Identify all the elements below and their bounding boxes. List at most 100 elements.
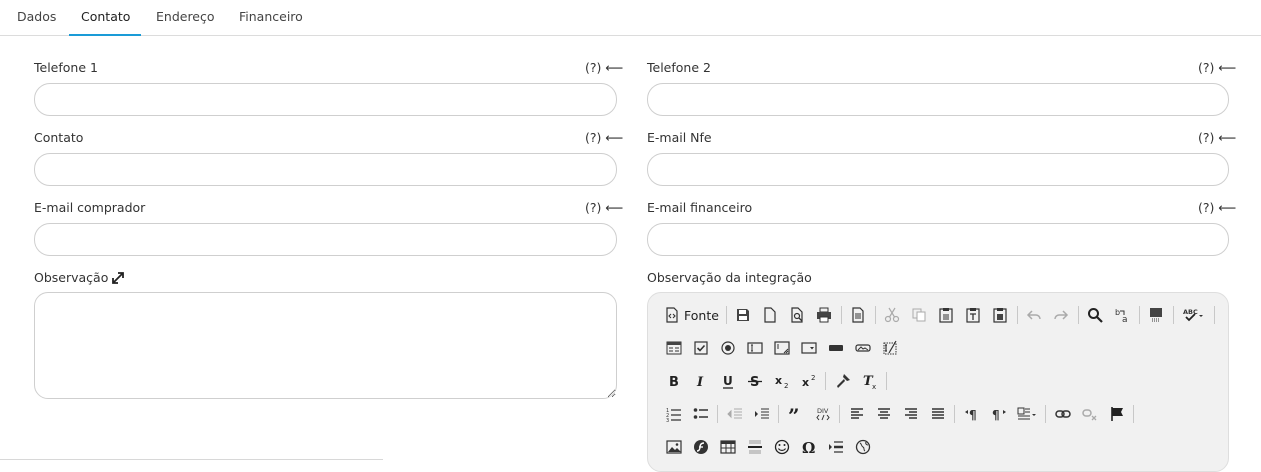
email-comprador-input[interactable] xyxy=(34,223,617,256)
justify-button[interactable] xyxy=(924,402,951,426)
copy-button[interactable] xyxy=(906,303,933,327)
blockquote-button[interactable]: ” xyxy=(782,402,809,426)
bulleted-list-button[interactable] xyxy=(687,402,714,426)
copy-format-button[interactable] xyxy=(829,369,856,393)
ltr-button[interactable]: ¶ xyxy=(958,402,985,426)
special-char-button[interactable]: Ω xyxy=(795,435,822,459)
toolbar-separator xyxy=(1213,306,1215,324)
toolbar-separator xyxy=(1045,405,1046,423)
find-icon xyxy=(1088,308,1104,323)
paste-text-button[interactable] xyxy=(960,303,987,327)
create-div-button[interactable]: DIV xyxy=(809,402,836,426)
find-button[interactable] xyxy=(1082,303,1109,327)
superscript-button[interactable]: x2 xyxy=(795,369,822,393)
expand-icon[interactable] xyxy=(111,271,125,285)
svg-text:x: x xyxy=(872,383,876,389)
page-break-icon xyxy=(828,441,843,453)
redo-button[interactable] xyxy=(1048,303,1075,327)
special-char-icon: Ω xyxy=(802,439,815,455)
svg-text:b: b xyxy=(1115,308,1120,317)
anchor-button[interactable] xyxy=(1103,402,1130,426)
image-button-button[interactable] xyxy=(849,336,876,360)
link-button[interactable] xyxy=(1049,402,1076,426)
spellcheck-button[interactable]: ABC xyxy=(1177,303,1211,327)
paste-button[interactable] xyxy=(933,303,960,327)
toolbar-separator xyxy=(717,405,718,423)
indent-icon xyxy=(754,408,769,419)
radio-button[interactable] xyxy=(714,336,741,360)
image-button[interactable] xyxy=(660,435,687,459)
align-right-button[interactable] xyxy=(897,402,924,426)
bold-button[interactable]: B xyxy=(660,369,687,393)
telefone1-help-icon[interactable]: (?) ⟵ xyxy=(585,60,623,75)
templates-button[interactable] xyxy=(845,303,872,327)
horizontal-rule-button[interactable] xyxy=(741,435,768,459)
new-page-button[interactable] xyxy=(757,303,784,327)
table-button[interactable] xyxy=(714,435,741,459)
subscript-button[interactable]: x2 xyxy=(768,369,795,393)
textfield-button[interactable] xyxy=(741,336,768,360)
toolbar-separator xyxy=(840,306,842,324)
anchor-icon xyxy=(1110,407,1123,421)
contato-input[interactable] xyxy=(34,153,617,186)
smiley-button[interactable] xyxy=(768,435,795,459)
tab-bar: Dados Contato Endereço Financeiro xyxy=(0,0,1261,36)
hidden-field-button[interactable] xyxy=(876,336,903,360)
remove-format-button[interactable]: Tx xyxy=(856,369,883,393)
cut-button[interactable] xyxy=(879,303,906,327)
iframe-button[interactable] xyxy=(849,435,876,459)
textarea-icon xyxy=(773,341,790,355)
toolbar-separator xyxy=(778,405,779,423)
toolbar-separator xyxy=(874,306,876,324)
rtl-button[interactable]: ¶ xyxy=(985,402,1012,426)
indent-button[interactable] xyxy=(748,402,775,426)
paste-word-button[interactable] xyxy=(987,303,1014,327)
form-button-button[interactable] xyxy=(822,336,849,360)
language-button[interactable] xyxy=(1012,402,1042,426)
contato-help-icon[interactable]: (?) ⟵ xyxy=(585,130,623,145)
email-comprador-help-icon[interactable]: (?) ⟵ xyxy=(585,200,623,215)
align-center-button[interactable] xyxy=(870,402,897,426)
outdent-icon xyxy=(726,408,742,419)
strike-button[interactable]: S xyxy=(741,369,768,393)
underline-button[interactable]: U xyxy=(714,369,741,393)
form-button[interactable] xyxy=(660,336,687,360)
tab-contato[interactable]: Contato xyxy=(69,0,141,36)
select-all-button[interactable] xyxy=(1143,303,1170,327)
email-financeiro-input[interactable] xyxy=(647,223,1229,256)
numbered-list-button[interactable]: 123 xyxy=(660,402,687,426)
italic-button[interactable]: I xyxy=(687,369,714,393)
preview-button[interactable] xyxy=(784,303,811,327)
save-button[interactable] xyxy=(730,303,757,327)
telefone1-input[interactable] xyxy=(34,83,617,116)
select-field-button[interactable] xyxy=(795,336,822,360)
observacao-textarea[interactable] xyxy=(34,292,617,399)
align-left-button[interactable] xyxy=(843,402,870,426)
remove-format-icon: Tx xyxy=(863,374,876,389)
telefone2-input[interactable] xyxy=(647,83,1229,116)
email-financeiro-help-icon[interactable]: (?) ⟵ xyxy=(1198,200,1236,215)
undo-button[interactable] xyxy=(1021,303,1048,327)
email-nfe-help-icon[interactable]: (?) ⟵ xyxy=(1198,130,1236,145)
telefone2-label: Telefone 2 xyxy=(647,60,711,75)
telefone2-help-icon[interactable]: (?) ⟵ xyxy=(1198,60,1236,75)
toolbar-row-3: B I U S x2 x2 Tx xyxy=(660,367,890,395)
replace-button[interactable]: ba xyxy=(1109,303,1136,327)
superscript-icon: x2 xyxy=(802,374,815,389)
toolbar-separator xyxy=(1172,306,1174,324)
flash-button[interactable] xyxy=(687,435,714,459)
tab-dados[interactable]: Dados xyxy=(5,0,68,36)
email-nfe-input[interactable] xyxy=(647,153,1229,186)
unlink-button[interactable] xyxy=(1076,402,1103,426)
checkbox-button[interactable] xyxy=(687,336,714,360)
svg-text:DIV: DIV xyxy=(817,407,829,415)
print-button[interactable] xyxy=(811,303,838,327)
source-button[interactable]: Fonte xyxy=(660,303,723,327)
tab-financeiro[interactable]: Financeiro xyxy=(227,0,315,36)
tab-endereco[interactable]: Endereço xyxy=(144,0,227,36)
source-icon xyxy=(666,307,678,323)
outdent-button[interactable] xyxy=(721,402,748,426)
page-break-button[interactable] xyxy=(822,435,849,459)
svg-text:U: U xyxy=(723,374,733,388)
textarea-button[interactable] xyxy=(768,336,795,360)
